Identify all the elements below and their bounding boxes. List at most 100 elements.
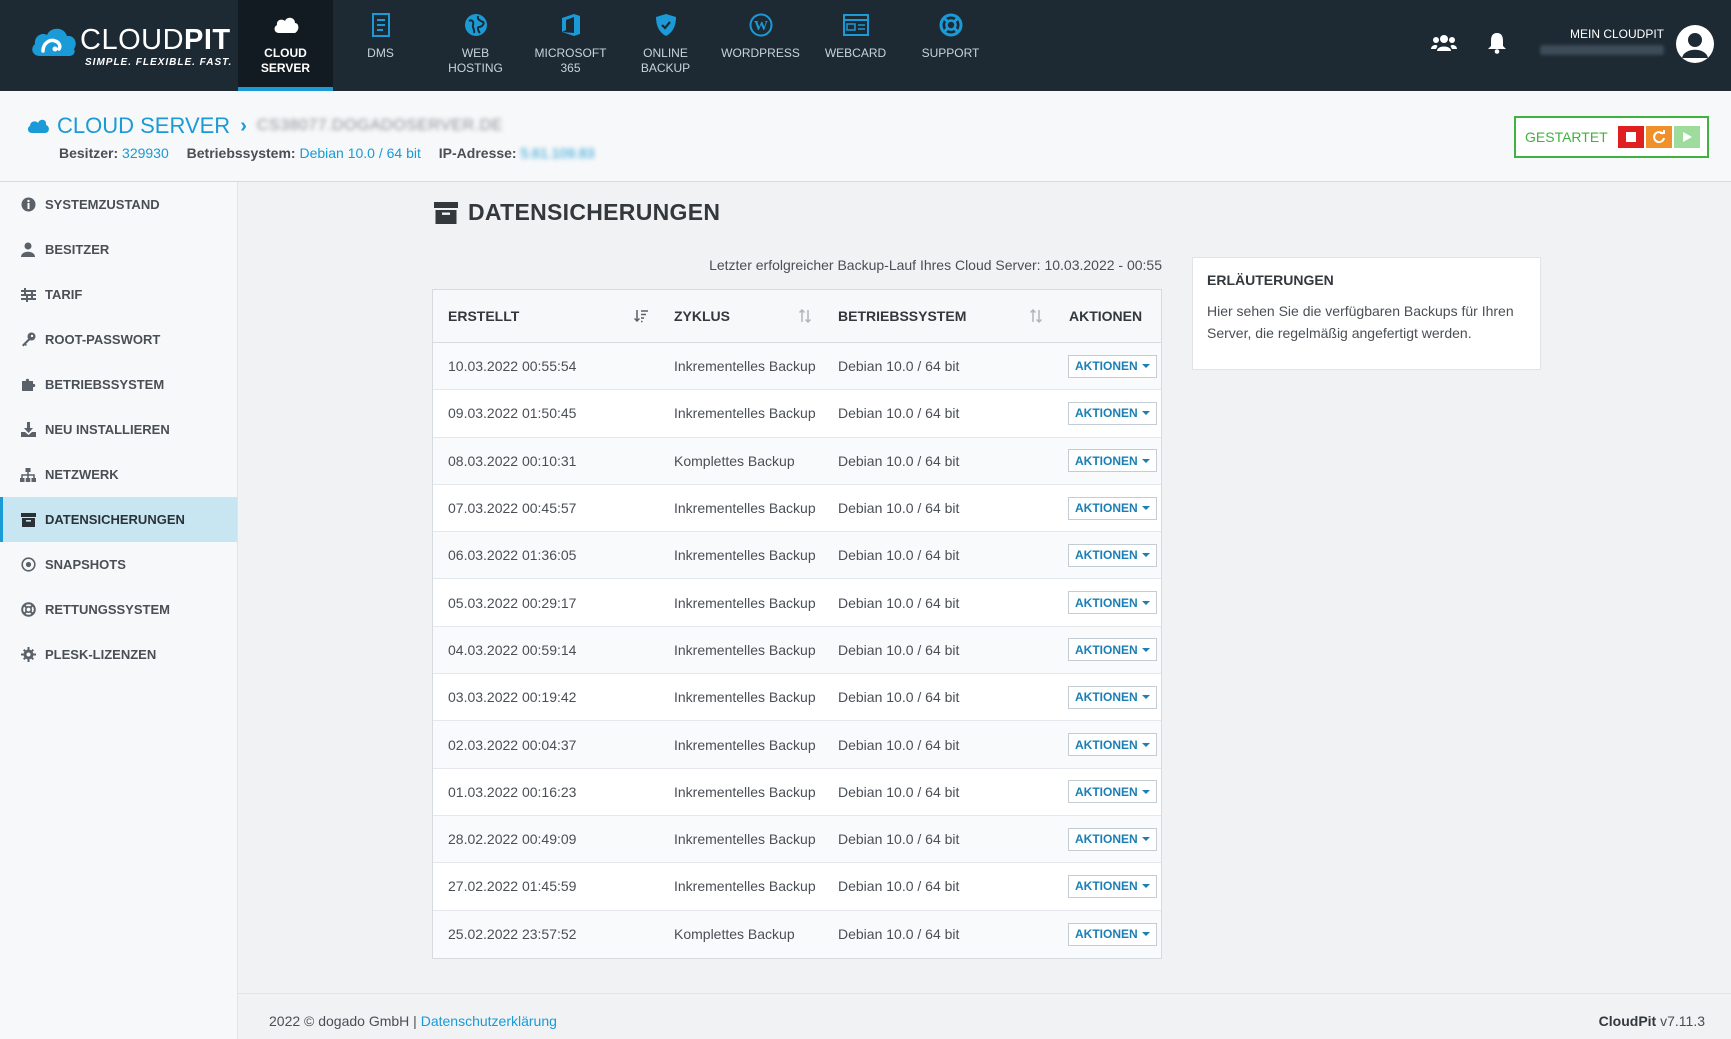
nav-online-backup[interactable]: ONLINE BACKUP [618, 0, 713, 91]
cycle-cell: Inkrementelles Backup [674, 500, 816, 517]
actions-dropdown-button[interactable]: AKTIONEN [1068, 874, 1157, 898]
nav-microsoft-365[interactable]: MICROSOFT 365 [523, 0, 618, 91]
puzzle-icon [20, 377, 36, 393]
avatar[interactable] [1676, 25, 1714, 63]
footer: 2022 © dogado GmbH | Datenschutzerklärun… [238, 993, 1731, 1039]
restart-button[interactable] [1645, 126, 1672, 148]
caret-down-icon [1141, 789, 1150, 794]
actions-button-label: AKTIONEN [1075, 548, 1138, 563]
nav-web-hosting[interactable]: WEB HOSTING [428, 0, 523, 91]
gear-icon [20, 647, 36, 663]
actions-button-label: AKTIONEN [1075, 737, 1138, 752]
actions-dropdown-button[interactable]: AKTIONEN [1068, 827, 1157, 851]
actions-dropdown-button[interactable]: AKTIONEN [1068, 449, 1157, 473]
ip-label: IP-Adresse: [438, 145, 517, 161]
breadcrumb-section[interactable]: CLOUD SERVER [57, 113, 230, 139]
caret-down-icon [1141, 553, 1150, 558]
nav-dms[interactable]: DMS [333, 0, 428, 91]
actions-button-label: AKTIONEN [1075, 832, 1138, 847]
actions-cell: AKTIONEN [1054, 638, 1161, 662]
sidebar: SYSTEMZUSTAND BESITZER TARIF ROOT-PASSWO… [0, 182, 238, 1039]
actions-dropdown-button[interactable]: AKTIONEN [1068, 354, 1157, 378]
cloudpit-logo[interactable]: CLOUDPIT SIMPLE. FLEXIBLE. FAST. [28, 18, 231, 74]
lifebuoy-icon [20, 602, 36, 618]
actions-dropdown-button[interactable]: AKTIONEN [1068, 543, 1157, 567]
explanation-text: Hier sehen Sie die verfügbaren Backups f… [1207, 303, 1514, 341]
sidebar-item-root-passwort[interactable]: ROOT-PASSWORT [0, 317, 237, 362]
table-body: 10.03.2022 00:55:54 Inkrementelles Backup… [433, 343, 1161, 958]
sidebar-item-netzwerk[interactable]: NETZWERK [0, 452, 237, 497]
os-cell: Debian 10.0 / 64 bit [838, 594, 960, 611]
nav-wordpress[interactable]: W WORDPRESS [713, 0, 808, 91]
sidebar-item-betriebssystem[interactable]: BETRIEBSSYSTEM [0, 362, 237, 407]
stop-button[interactable] [1617, 126, 1644, 148]
office-icon [558, 12, 584, 38]
shield-icon [653, 12, 679, 38]
sidebar-item-besitzer[interactable]: BESITZER [0, 227, 237, 272]
explanation-title: ERLÄUTERUNGEN [1207, 272, 1334, 288]
sidebar-item-tarif[interactable]: TARIF [0, 272, 237, 317]
nav-label: DMS [367, 46, 394, 60]
cycle-cell: Inkrementelles Backup [674, 689, 816, 706]
nav-label: WORDPRESS [721, 46, 800, 60]
cycle-cell: Inkrementelles Backup [674, 641, 816, 658]
sidebar-item-snapshots[interactable]: SNAPSHOTS [0, 542, 237, 587]
caret-down-icon [1141, 600, 1150, 605]
sidebar-item-label: BESITZER [45, 242, 110, 257]
sort-icon [1028, 308, 1044, 324]
nav-webcard[interactable]: WEBCARD [808, 0, 903, 91]
sidebar-item-datensicherungen[interactable]: DATENSICHERUNGEN [0, 497, 237, 542]
ip-value-redacted: 5.61.109.83 [520, 145, 595, 161]
archive-icon [20, 512, 36, 528]
os-label: Betriebssystem: [186, 145, 296, 161]
column-betriebssystem[interactable]: BETRIEBSSYSTEM [823, 308, 1054, 324]
bell-icon[interactable] [1484, 30, 1510, 56]
sidebar-item-label: SNAPSHOTS [45, 557, 126, 572]
document-icon [368, 12, 394, 38]
svg-text:W: W [754, 19, 768, 34]
nav-cloud-server[interactable]: CLOUD SERVER [238, 0, 333, 91]
globe-icon [463, 12, 489, 38]
app-version: v7.11.3 [1656, 1013, 1705, 1029]
column-header-label: ZYKLUS [674, 308, 730, 324]
cycle-cell: Komplettes Backup [674, 452, 795, 469]
users-icon[interactable] [1431, 30, 1457, 56]
actions-button-label: AKTIONEN [1075, 927, 1138, 942]
sidebar-item-systemzustand[interactable]: SYSTEMZUSTAND [0, 182, 237, 227]
page-title: DATENSICHERUNGEN [434, 199, 720, 226]
footer-version: CloudPit v7.11.3 [1599, 1013, 1705, 1029]
archive-icon [434, 201, 458, 224]
os-value[interactable]: Debian 10.0 / 64 bit [299, 145, 420, 161]
nav-label: WEB HOSTING [448, 46, 503, 75]
actions-dropdown-button[interactable]: AKTIONEN [1068, 922, 1157, 946]
sidebar-item-label: PLESK-LIZENZEN [45, 647, 157, 662]
owner-value[interactable]: 329930 [122, 145, 169, 161]
privacy-link[interactable]: Datenschutzerklärung [421, 1013, 557, 1029]
caret-down-icon [1141, 932, 1150, 937]
actions-dropdown-button[interactable]: AKTIONEN [1068, 733, 1157, 757]
actions-cell: AKTIONEN [1054, 733, 1161, 757]
start-button[interactable] [1673, 126, 1700, 148]
column-erstellt[interactable]: ERSTELLT [433, 308, 659, 324]
actions-dropdown-button[interactable]: AKTIONEN [1068, 496, 1157, 520]
dot-circle-icon [20, 557, 36, 573]
owner-label: Besitzer: [59, 145, 119, 161]
nav-support[interactable]: SUPPORT [903, 0, 998, 91]
column-header-label: BETRIEBSSYSTEM [838, 308, 967, 324]
column-zyklus[interactable]: ZYKLUS [659, 308, 823, 324]
caret-down-icon [1141, 742, 1150, 747]
actions-dropdown-button[interactable]: AKTIONEN [1068, 401, 1157, 425]
actions-button-label: AKTIONEN [1075, 501, 1138, 516]
actions-dropdown-button[interactable]: AKTIONEN [1068, 780, 1157, 804]
lifebuoy-icon [938, 12, 964, 38]
sidebar-item-rettungssystem[interactable]: RETTUNGSSYSTEM [0, 587, 237, 632]
actions-dropdown-button[interactable]: AKTIONEN [1068, 638, 1157, 662]
sidebar-item-plesk-lizenzen[interactable]: PLESK-LIZENZEN [0, 632, 237, 677]
main-nav: CLOUD SERVER DMS WEB HOSTING MICROSOFT 3… [238, 0, 998, 91]
user-menu-title[interactable]: MEIN CLOUDPIT [1540, 27, 1664, 41]
table-row: 10.03.2022 00:55:54 Inkrementelles Backup… [433, 343, 1161, 391]
actions-dropdown-button[interactable]: AKTIONEN [1068, 685, 1157, 709]
caret-down-icon [1141, 364, 1150, 369]
sidebar-item-neu-installieren[interactable]: NEU INSTALLIEREN [0, 407, 237, 452]
actions-dropdown-button[interactable]: AKTIONEN [1068, 591, 1157, 615]
